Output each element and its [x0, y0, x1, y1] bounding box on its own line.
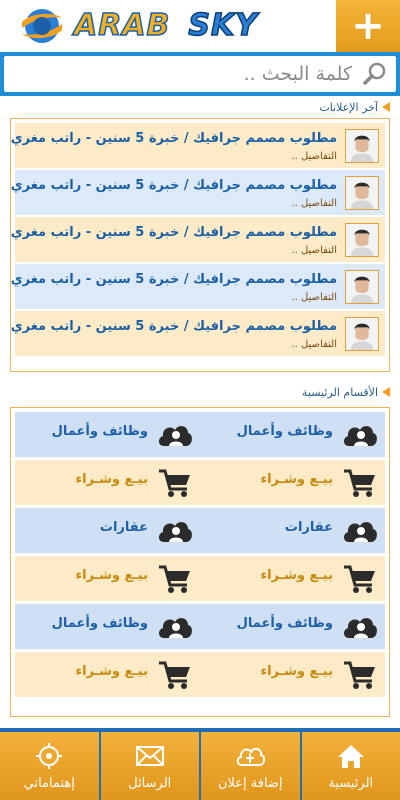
list-item[interactable]: مطلوب مصمم جرافيك / خبرة 5 سنين - راتب م… — [11, 217, 385, 262]
logo-globe-icon — [22, 9, 62, 43]
avatar — [345, 176, 379, 210]
ad-details-link[interactable]: التفاصيل .. — [291, 339, 337, 350]
main-categories-heading: الأقسام الرئيسية — [302, 384, 390, 400]
category-label: بيـع وشـراء — [75, 472, 148, 487]
cloud-user-icon — [158, 522, 192, 542]
tab-label: الرئيسية — [328, 775, 374, 791]
main-categories-grid: وظائف وأعمال وظائف وأعمال بيـع وشـراء بي… — [10, 407, 390, 717]
avatar — [345, 317, 379, 351]
cloud-user-icon — [343, 618, 377, 638]
tab-home[interactable]: الرئيسية — [299, 728, 400, 800]
category-label: وظائف وأعمال — [236, 616, 333, 631]
category-label: بيـع وشـراء — [260, 568, 333, 583]
category-buy-sell[interactable]: بيـع وشـراء — [15, 460, 200, 505]
ad-title[interactable]: مطلوب مصمم جرافيك / خبرة 5 سنين - راتب م… — [11, 272, 337, 287]
cart-icon — [344, 565, 375, 593]
list-item[interactable]: مطلوب مصمم جرافيك / خبرة 5 سنين - راتب م… — [11, 170, 385, 215]
latest-ads-list: مطلوب مصمم جرافيك / خبرة 5 سنين - راتب م… — [10, 118, 390, 372]
ad-details-link[interactable]: التفاصيل .. — [291, 198, 337, 209]
tab-label: إضافة إعلان — [217, 775, 283, 791]
search-bar — [0, 52, 400, 96]
tab-add-ad[interactable]: إضافة إعلان — [199, 728, 300, 800]
category-row: بيـع وشـراء بيـع وشـراء — [15, 460, 385, 505]
category-real-estate[interactable]: عقارات — [200, 508, 385, 553]
search-icon[interactable] — [362, 61, 388, 87]
tab-label: إهتماماتي — [23, 775, 75, 791]
tab-interests[interactable]: إهتماماتي — [0, 728, 99, 800]
logo-word-arab: ARAB — [73, 8, 171, 43]
category-row: بيـع وشـراء بيـع وشـراء — [15, 652, 385, 697]
ad-details-link[interactable]: التفاصيل .. — [291, 151, 337, 162]
cloud-user-icon — [158, 426, 192, 446]
category-label: عقارات — [99, 520, 148, 535]
list-item[interactable]: مطلوب مصمم جرافيك / خبرة 5 سنين - راتب م… — [11, 123, 385, 168]
cart-icon — [159, 661, 190, 689]
avatar — [345, 223, 379, 257]
main-categories-title: الأقسام الرئيسية — [302, 385, 378, 399]
category-row: عقارات عقارات — [15, 508, 385, 553]
search-box — [4, 56, 396, 92]
category-jobs[interactable]: وظائف وأعمال — [200, 604, 385, 649]
latest-ads-title: آخر الإعلانات — [319, 100, 378, 114]
tab-messages[interactable]: الرسائل — [98, 728, 199, 800]
tab-label: الرسائل — [128, 775, 172, 791]
bottom-nav: الرئيسية إضافة إعلان الرسائل إهتماماتي — [0, 728, 400, 800]
category-label: عقارات — [284, 520, 333, 535]
category-label: وظائف وأعمال — [51, 424, 148, 439]
category-row: وظائف وأعمال وظائف وأعمال — [15, 604, 385, 649]
latest-ads-heading: آخر الإعلانات — [319, 99, 390, 115]
category-jobs[interactable]: وظائف وأعمال — [15, 604, 200, 649]
cloud-upload-icon — [237, 747, 266, 766]
category-real-estate[interactable]: عقارات — [15, 508, 200, 553]
target-icon — [36, 742, 63, 769]
category-jobs[interactable]: وظائف وأعمال — [15, 412, 200, 457]
ad-details-link[interactable]: التفاصيل .. — [291, 292, 337, 303]
list-item[interactable]: مطلوب مصمم جرافيك / خبرة 5 سنين - راتب م… — [11, 264, 385, 309]
search-input[interactable] — [4, 56, 396, 92]
category-label: بيـع وشـراء — [260, 472, 333, 487]
category-label: بيـع وشـراء — [260, 664, 333, 679]
ad-details-link[interactable]: التفاصيل .. — [291, 245, 337, 256]
category-buy-sell[interactable]: بيـع وشـراء — [15, 652, 200, 697]
add-button[interactable]: + — [336, 0, 400, 52]
cart-icon — [344, 661, 375, 689]
home-icon — [337, 744, 364, 768]
cart-icon — [159, 565, 190, 593]
category-jobs[interactable]: وظائف وأعمال — [200, 412, 385, 457]
ad-title[interactable]: مطلوب مصمم جرافيك / خبرة 5 سنين - راتب م… — [11, 131, 337, 146]
category-buy-sell[interactable]: بيـع وشـراء — [15, 556, 200, 601]
category-label: وظائف وأعمال — [51, 616, 148, 631]
cloud-user-icon — [343, 522, 377, 542]
cloud-user-icon — [158, 618, 192, 638]
ad-title[interactable]: مطلوب مصمم جرافيك / خبرة 5 سنين - راتب م… — [11, 319, 337, 334]
category-buy-sell[interactable]: بيـع وشـراء — [200, 460, 385, 505]
category-buy-sell[interactable]: بيـع وشـراء — [200, 556, 385, 601]
avatar — [345, 129, 379, 163]
ad-title[interactable]: مطلوب مصمم جرافيك / خبرة 5 سنين - راتب م… — [11, 225, 337, 240]
cart-icon — [159, 469, 190, 497]
app-logo: ARAB SKY — [18, 6, 318, 46]
arrow-left-icon — [382, 387, 390, 397]
app-header: ARAB SKY + — [0, 0, 400, 52]
category-label: بيـع وشـراء — [75, 568, 148, 583]
category-row: بيـع وشـراء بيـع وشـراء — [15, 556, 385, 601]
category-label: وظائف وأعمال — [236, 424, 333, 439]
ad-title[interactable]: مطلوب مصمم جرافيك / خبرة 5 سنين - راتب م… — [11, 178, 337, 193]
arrow-left-icon — [382, 102, 390, 112]
category-buy-sell[interactable]: بيـع وشـراء — [200, 652, 385, 697]
cloud-user-icon — [343, 426, 377, 446]
logo-word-sky: SKY — [188, 8, 258, 43]
avatar — [345, 270, 379, 304]
envelope-icon — [135, 745, 164, 766]
list-item[interactable]: مطلوب مصمم جرافيك / خبرة 5 سنين - راتب م… — [11, 311, 385, 356]
category-row: وظائف وأعمال وظائف وأعمال — [15, 412, 385, 457]
cart-icon — [344, 469, 375, 497]
category-label: بيـع وشـراء — [75, 664, 148, 679]
